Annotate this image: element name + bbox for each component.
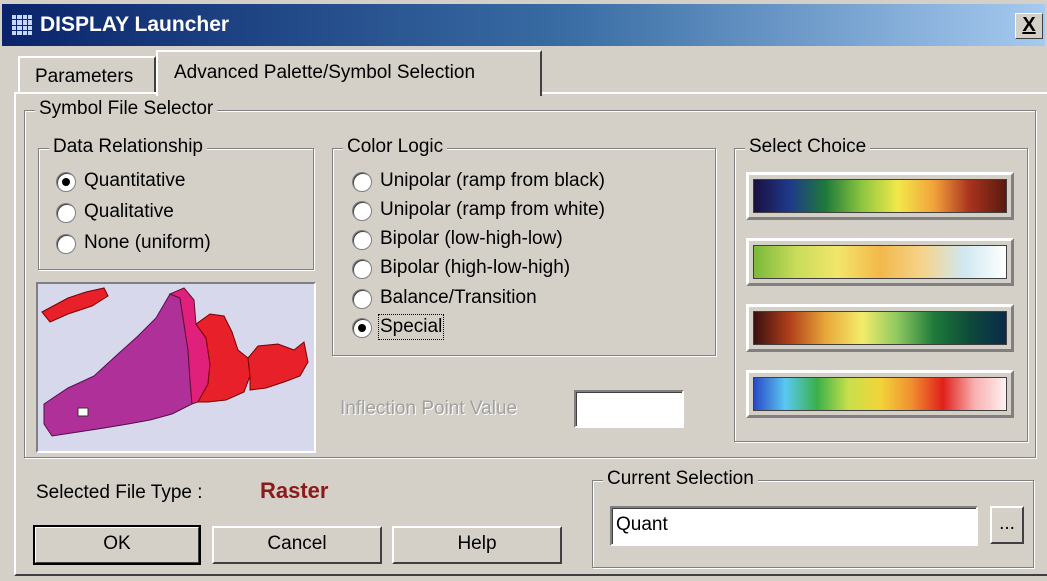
tab-parameters[interactable]: Parameters (18, 56, 156, 94)
radio-unipolar-white-label: Unipolar (ramp from white) (380, 199, 605, 220)
title-bar: DISPLAY Launcher X (2, 4, 1045, 46)
tab-advanced-palette-symbol-selection[interactable]: Advanced Palette/Symbol Selection (156, 50, 542, 96)
current-selection-input[interactable]: Quant (610, 506, 978, 546)
current-selection-legend: Current Selection (603, 468, 758, 490)
radio-qualitative-label: Qualitative (84, 201, 174, 222)
palette-swatch-4[interactable] (746, 370, 1014, 418)
tab-advanced-label: Advanced Palette/Symbol Selection (174, 62, 476, 83)
radio-unipolar-white-indicator[interactable] (352, 201, 372, 221)
app-icon (12, 15, 32, 35)
palette-bar-1 (753, 179, 1007, 213)
map-preview-graphic (41, 287, 309, 437)
radio-bipolar-lhl-indicator[interactable] (352, 230, 372, 250)
selected-file-type-label: Selected File Type : (36, 482, 203, 503)
radio-bipolar-lhl-label: Bipolar (low-high-low) (380, 228, 563, 249)
ok-button[interactable]: OK (33, 525, 201, 565)
close-button[interactable]: X (1015, 13, 1043, 39)
inflection-point-label: Inflection Point Value (340, 398, 518, 419)
selected-file-type-value: Raster (260, 478, 329, 503)
symbol-file-selector-legend: Symbol File Selector (35, 98, 218, 120)
radio-unipolar-black-indicator[interactable] (352, 172, 372, 192)
radio-none-uniform-indicator[interactable] (56, 234, 76, 254)
radio-bipolar-hlh-indicator[interactable] (352, 259, 372, 279)
radio-qualitative-indicator[interactable] (56, 203, 76, 223)
palette-swatch-1[interactable] (746, 172, 1014, 220)
radio-quantitative-label: Quantitative (84, 170, 186, 191)
cancel-button-label: Cancel (267, 533, 327, 554)
tab-parameters-label: Parameters (35, 66, 134, 87)
palette-swatch-2[interactable] (746, 238, 1014, 286)
close-icon: X (1022, 14, 1036, 36)
ok-button-label: OK (103, 533, 131, 554)
map-region-far-east (247, 341, 309, 391)
radio-unipolar-black-label: Unipolar (ramp from black) (380, 170, 605, 191)
map-island-northwest (41, 287, 109, 323)
browse-button[interactable]: ... (990, 506, 1024, 544)
palette-bar-4 (753, 377, 1007, 411)
help-button-label: Help (457, 533, 497, 554)
color-logic-legend: Color Logic (343, 136, 448, 158)
window-title: DISPLAY Launcher (40, 13, 230, 36)
inflection-point-input[interactable] (574, 390, 684, 428)
radio-special-indicator[interactable] (352, 318, 372, 338)
palette-bar-3 (753, 311, 1007, 345)
radio-balance-transition-indicator[interactable] (352, 289, 372, 309)
cancel-button[interactable]: Cancel (212, 526, 382, 564)
select-choice-legend: Select Choice (745, 136, 871, 158)
radio-bipolar-hlh-label: Bipolar (high-low-high) (380, 257, 571, 278)
help-button[interactable]: Help (392, 526, 562, 564)
ellipsis-icon: ... (999, 513, 1015, 534)
palette-bar-2 (753, 245, 1007, 279)
radio-quantitative-indicator[interactable] (56, 172, 76, 192)
map-preview (36, 282, 316, 453)
radio-none-uniform-label: None (uniform) (84, 232, 211, 253)
data-relationship-legend: Data Relationship (49, 136, 207, 158)
radio-special-label: Special (377, 314, 445, 340)
radio-balance-transition-label: Balance/Transition (380, 287, 537, 308)
palette-swatch-3[interactable] (746, 304, 1014, 352)
current-selection-value: Quant (616, 514, 668, 535)
map-inset-marker (77, 407, 89, 417)
